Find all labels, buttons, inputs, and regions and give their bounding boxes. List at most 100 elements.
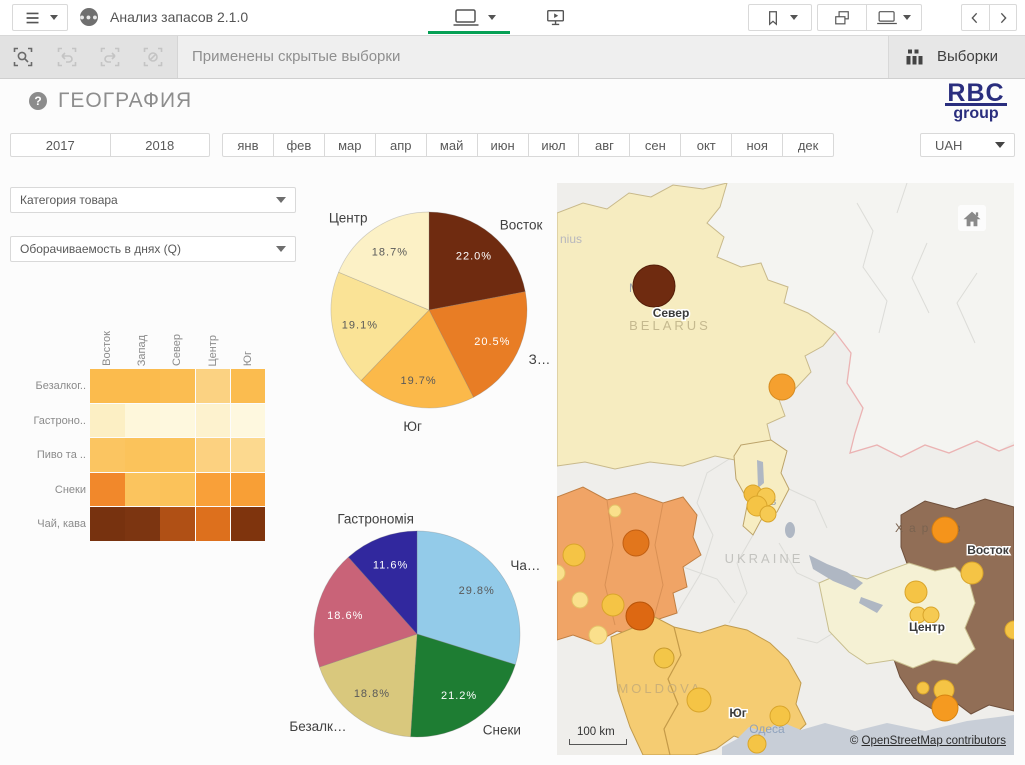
heatmap-cell[interactable]	[231, 438, 266, 472]
map-bubble[interactable]	[609, 505, 621, 517]
heatmap-cell[interactable]	[196, 473, 231, 507]
heatmap-cell[interactable]	[196, 369, 231, 403]
map-bubble[interactable]	[687, 688, 711, 712]
heatmap-cell[interactable]	[231, 507, 266, 541]
heatmap-cell[interactable]	[125, 473, 160, 507]
prev-sheet-button[interactable]	[962, 5, 989, 30]
months-listbox: янвфевмарапрмайиюниюлавгсеноктноядек	[222, 133, 834, 157]
pie-pct-label: 19.1%	[342, 319, 378, 331]
heatmap-cell[interactable]	[125, 507, 160, 541]
heatmap-cell[interactable]	[160, 473, 195, 507]
map-bubble[interactable]	[932, 695, 958, 721]
month-cell[interactable]: дек	[782, 134, 833, 156]
heatmap-cell[interactable]	[160, 404, 195, 438]
selections-tool-button[interactable]: Выборки	[888, 35, 1025, 78]
map-bubble[interactable]	[917, 682, 929, 694]
map-bubble[interactable]	[633, 265, 675, 307]
turnover-dropdown-label: Оборачиваемость в днях (Q)	[20, 242, 276, 256]
years-listbox: 20172018	[10, 133, 210, 157]
chevron-down-icon	[276, 246, 286, 252]
hamburger-icon	[22, 7, 44, 29]
map-bubble[interactable]	[760, 506, 776, 522]
heatmap-cell[interactable]	[125, 404, 160, 438]
heatmap-cell[interactable]	[231, 369, 266, 403]
rbc-logo-line1: RBC	[945, 83, 1006, 106]
selections-message-text: Применены скрытые выборки	[192, 48, 400, 65]
smart-search-button[interactable]	[11, 45, 35, 69]
map[interactable]: niusМинскBELARUSКиївUKRAINEMOLDOVAХарків…	[557, 183, 1014, 755]
map-bubble[interactable]	[623, 530, 649, 556]
month-cell[interactable]: фев	[273, 134, 324, 156]
heatmap-col-label: Восток	[101, 331, 115, 366]
help-button[interactable]: ?	[29, 92, 47, 110]
turnover-dropdown[interactable]: Оборачиваемость в днях (Q)	[10, 236, 296, 262]
month-cell[interactable]: янв	[223, 134, 273, 156]
map-bubble[interactable]	[769, 374, 795, 400]
month-cell[interactable]: июн	[477, 134, 528, 156]
map-bubble[interactable]	[572, 592, 588, 608]
heatmap-cell[interactable]	[125, 438, 160, 472]
bookmark-button[interactable]	[748, 4, 812, 31]
year-cell[interactable]: 2018	[110, 134, 210, 156]
heatmap-cell[interactable]	[196, 507, 231, 541]
heatmap-cell[interactable]	[160, 438, 195, 472]
map-bubble[interactable]	[563, 544, 585, 566]
heatmap-cell[interactable]	[231, 473, 266, 507]
selections-bar: Применены скрытые выборки Выборки	[0, 35, 1025, 79]
heatmap	[90, 369, 266, 542]
heatmap-cell[interactable]	[231, 404, 266, 438]
undo-button[interactable]	[55, 45, 79, 69]
clear-selections-button[interactable]	[141, 45, 165, 69]
sheet-list-button[interactable]	[866, 5, 921, 30]
redo-button[interactable]	[98, 45, 122, 69]
menu-button[interactable]	[12, 4, 68, 31]
heatmap-cell[interactable]	[160, 369, 195, 403]
month-cell[interactable]: мар	[324, 134, 375, 156]
map-bubble[interactable]	[961, 562, 983, 584]
heatmap-cell[interactable]	[196, 438, 231, 472]
map-bubble[interactable]	[770, 706, 790, 726]
next-sheet-button[interactable]	[989, 5, 1017, 30]
duplicate-button[interactable]	[818, 5, 866, 30]
current-sheet-button[interactable]	[452, 7, 480, 29]
month-cell[interactable]: авг	[578, 134, 629, 156]
map-bubble[interactable]	[654, 648, 674, 668]
pie-outer-label: Ча…	[510, 558, 540, 573]
heatmap-cell[interactable]	[90, 473, 125, 507]
chevron-left-icon	[967, 10, 983, 26]
heatmap-cell[interactable]	[125, 369, 160, 403]
currency-dropdown[interactable]: UAH	[920, 133, 1015, 157]
map-bubble[interactable]	[626, 602, 654, 630]
month-cell[interactable]: ноя	[731, 134, 782, 156]
osm-link[interactable]: OpenStreetMap contributors	[862, 735, 1006, 747]
pie-outer-label: Восток	[500, 217, 543, 232]
heatmap-cell[interactable]	[90, 404, 125, 438]
pie-outer-label: Безалк…	[289, 719, 346, 734]
month-cell[interactable]: сен	[629, 134, 680, 156]
category-dropdown[interactable]: Категория товара	[10, 187, 296, 213]
map-bubble[interactable]	[602, 594, 624, 616]
map-scale-bracket	[569, 739, 627, 745]
chevron-down-icon[interactable]	[488, 15, 496, 20]
map-marker-label: Восток	[967, 543, 1010, 557]
heatmap-cell[interactable]	[90, 369, 125, 403]
map-bubble[interactable]	[748, 735, 766, 753]
heatmap-cell[interactable]	[196, 404, 231, 438]
home-button[interactable]	[958, 205, 986, 231]
month-cell[interactable]: окт	[680, 134, 731, 156]
month-cell[interactable]: апр	[375, 134, 426, 156]
month-cell[interactable]: май	[426, 134, 477, 156]
map-bubble[interactable]	[905, 581, 927, 603]
heatmap-cell[interactable]	[90, 507, 125, 541]
heatmap-cell[interactable]	[90, 438, 125, 472]
chevron-down-icon	[276, 197, 286, 203]
duplicate-icon	[832, 8, 852, 28]
year-cell[interactable]: 2017	[11, 134, 110, 156]
month-cell[interactable]: июл	[528, 134, 579, 156]
redo-icon	[105, 53, 115, 62]
map-bubble[interactable]	[932, 517, 958, 543]
presentation-button[interactable]	[545, 7, 567, 29]
rbc-logo-line2: group	[938, 106, 1014, 121]
heatmap-cell[interactable]	[160, 507, 195, 541]
map-bubble[interactable]	[589, 626, 607, 644]
